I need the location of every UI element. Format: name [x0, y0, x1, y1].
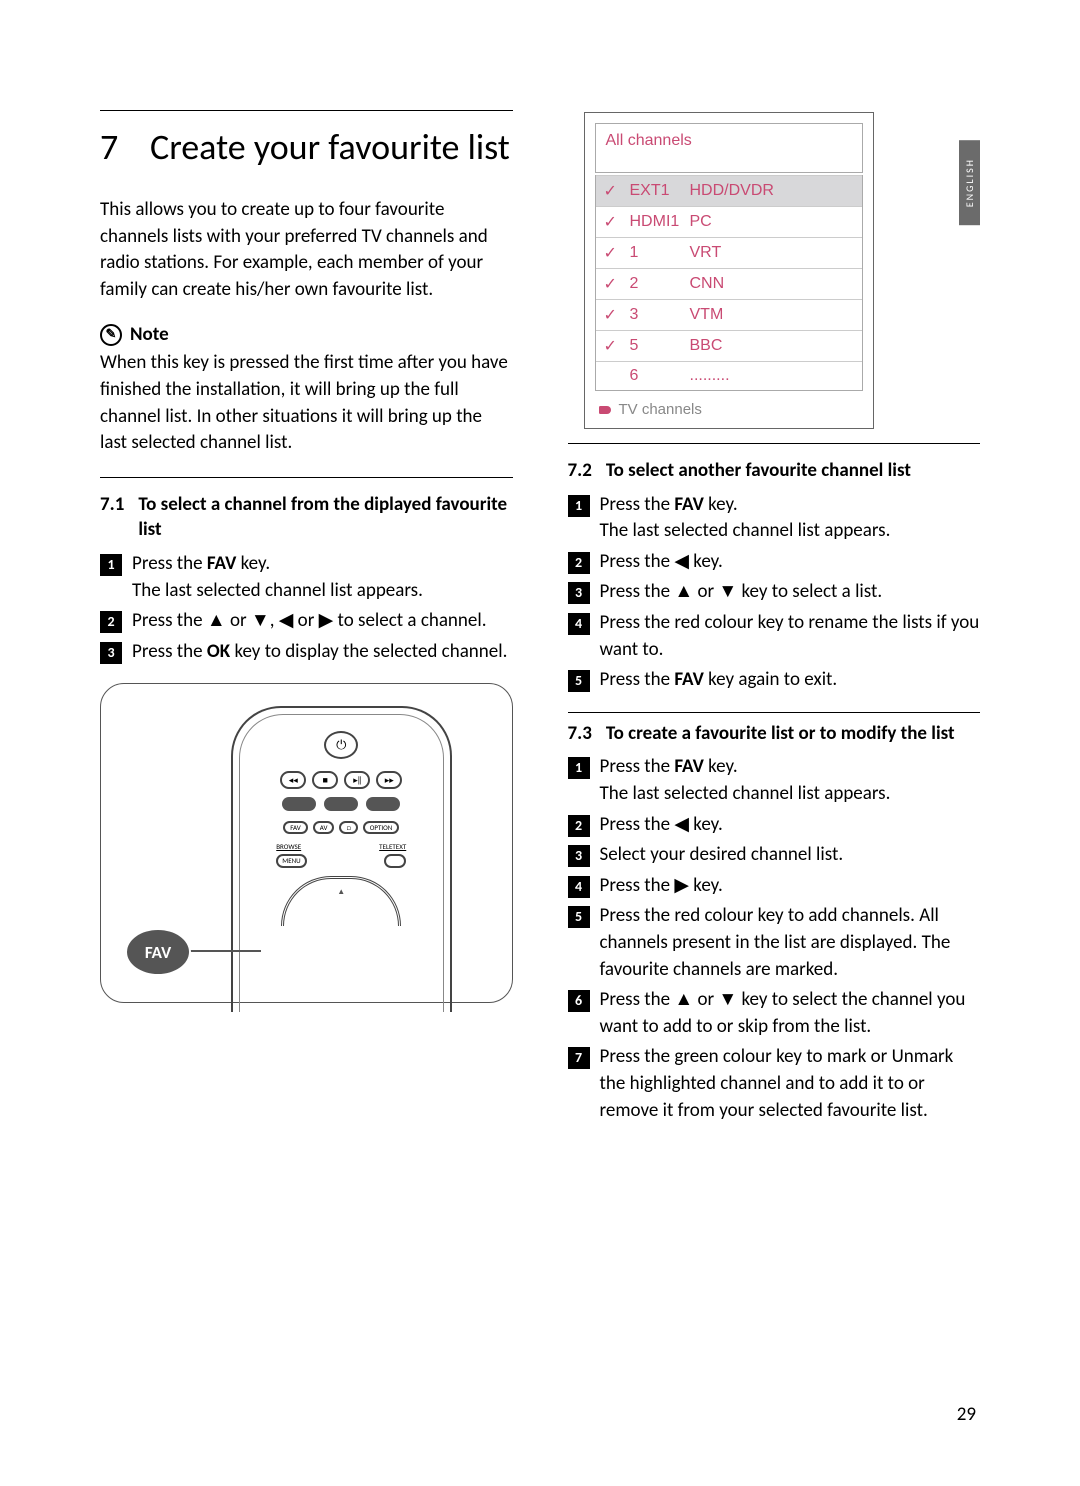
chapter-number: 7 [100, 125, 150, 169]
step-badge: 4 [568, 876, 590, 898]
divider [568, 712, 981, 713]
step-badge: 2 [568, 815, 590, 837]
left-column: 7Create your favourite list This allows … [100, 100, 513, 1128]
step: 2Press the ◀ key. [568, 549, 981, 576]
section-number: 7.2 [568, 458, 592, 484]
callout-line [189, 950, 261, 952]
section-number: 7.1 [100, 492, 124, 543]
step-badge: 1 [100, 554, 122, 576]
section-7-3-heading: 7.3 To create a favourite list or to mod… [568, 721, 981, 747]
section-title: To create a favourite list or to modify … [606, 721, 955, 747]
section-7-2-steps: 1 Press the FAV key. The last selected c… [568, 492, 981, 694]
divider [100, 477, 513, 478]
step-badge: 2 [568, 552, 590, 574]
step: 3 Press the OK key to display the select… [100, 639, 513, 666]
note-text: When this key is pressed the first time … [100, 350, 513, 456]
step: 1 Press the FAV key. The last selected c… [568, 492, 981, 545]
step-badge: 1 [568, 757, 590, 779]
osd-row: ✓2CNN [596, 268, 862, 299]
step-badge: 3 [568, 582, 590, 604]
chapter-heading: 7Create your favourite list [100, 125, 513, 169]
step-badge: 3 [568, 845, 590, 867]
section-7-1-steps: 1 Press the FAV key. The last selected c… [100, 551, 513, 665]
step: 1 Press the FAV key. The last selected c… [568, 754, 981, 807]
osd-row: ✓EXT1HDD/DVDR [596, 175, 862, 206]
section-title: To select another favourite channel list [606, 458, 911, 484]
note-icon: ✎ [100, 324, 122, 346]
osd-row: ✓3VTM [596, 299, 862, 330]
step: 1 Press the FAV key. The last selected c… [100, 551, 513, 604]
teletext-icon [384, 854, 406, 868]
step-badge: 1 [568, 495, 590, 517]
page-number: 29 [957, 1403, 976, 1426]
tv-icon [599, 406, 611, 414]
section-7-3-steps: 1 Press the FAV key. The last selected c… [568, 754, 981, 1124]
step-badge: 5 [568, 906, 590, 928]
note-label: Note [130, 323, 169, 346]
osd-row: 6......... [596, 361, 862, 390]
step: 3Select your desired channel list. [568, 842, 981, 869]
step: 6Press the ▲ or ▼ key to select the chan… [568, 987, 981, 1040]
note-heading: ✎ Note [100, 323, 513, 346]
osd-footer: TV channels [595, 391, 863, 422]
divider [568, 443, 981, 444]
step: 5 Press the FAV key again to exit. [568, 667, 981, 694]
divider [100, 110, 513, 111]
step-badge: 5 [568, 670, 590, 692]
section-7-1-heading: 7.1 To select a channel from the diplaye… [100, 492, 513, 543]
step: 5Press the red colour key to add channel… [568, 903, 981, 983]
step: 7Press the green colour key to mark or U… [568, 1044, 981, 1124]
section-7-2-heading: 7.2 To select another favourite channel … [568, 458, 981, 484]
pill-row [282, 797, 400, 811]
step-badge: 6 [568, 990, 590, 1012]
step-badge: 7 [568, 1047, 590, 1069]
section-number: 7.3 [568, 721, 592, 747]
chapter-title: Create your favourite list [150, 125, 510, 169]
step: 2 Press the ▲ or ▼, ◀ or ▶ to select a c… [100, 608, 513, 635]
osd-header: All channels [595, 123, 863, 173]
osd-list: ✓EXT1HDD/DVDR ✓HDMI1PC ✓1VRT ✓2CNN ✓3VTM… [595, 175, 863, 391]
section-title: To select a channel from the diplayed fa… [138, 492, 512, 543]
step: 4Press the ▶ key. [568, 873, 981, 900]
intro-paragraph: This allows you to create up to four fav… [100, 197, 513, 303]
option-row: FAV AV □ OPTION [283, 821, 399, 834]
step: 4Press the red colour key to rename the … [568, 610, 981, 663]
onscreen-channel-panel: All channels ✓EXT1HDD/DVDR ✓HDMI1PC ✓1VR… [584, 112, 874, 429]
transport-row: ◂◂■▸‖▸▸ [280, 771, 402, 789]
step-badge: 2 [100, 611, 122, 633]
right-column: All channels ✓EXT1HDD/DVDR ✓HDMI1PC ✓1VR… [568, 100, 981, 1128]
step: 3Press the ▲ or ▼ key to select a list. [568, 579, 981, 606]
fav-callout: FAV [125, 928, 191, 976]
language-tab: ENGLISH [959, 140, 980, 225]
step: 2Press the ◀ key. [568, 812, 981, 839]
remote-illustration: ⏻ ◂◂■▸‖▸▸ FAV AV □ OPTION BROWSETELETEXT… [100, 683, 513, 1003]
osd-row: ✓HDMI1PC [596, 206, 862, 237]
step-badge: 3 [100, 642, 122, 664]
osd-row: ✓5BBC [596, 330, 862, 361]
step-badge: 4 [568, 613, 590, 635]
dpad-icon [281, 876, 401, 926]
osd-row: ✓1VRT [596, 237, 862, 268]
power-icon: ⏻ [324, 731, 358, 759]
